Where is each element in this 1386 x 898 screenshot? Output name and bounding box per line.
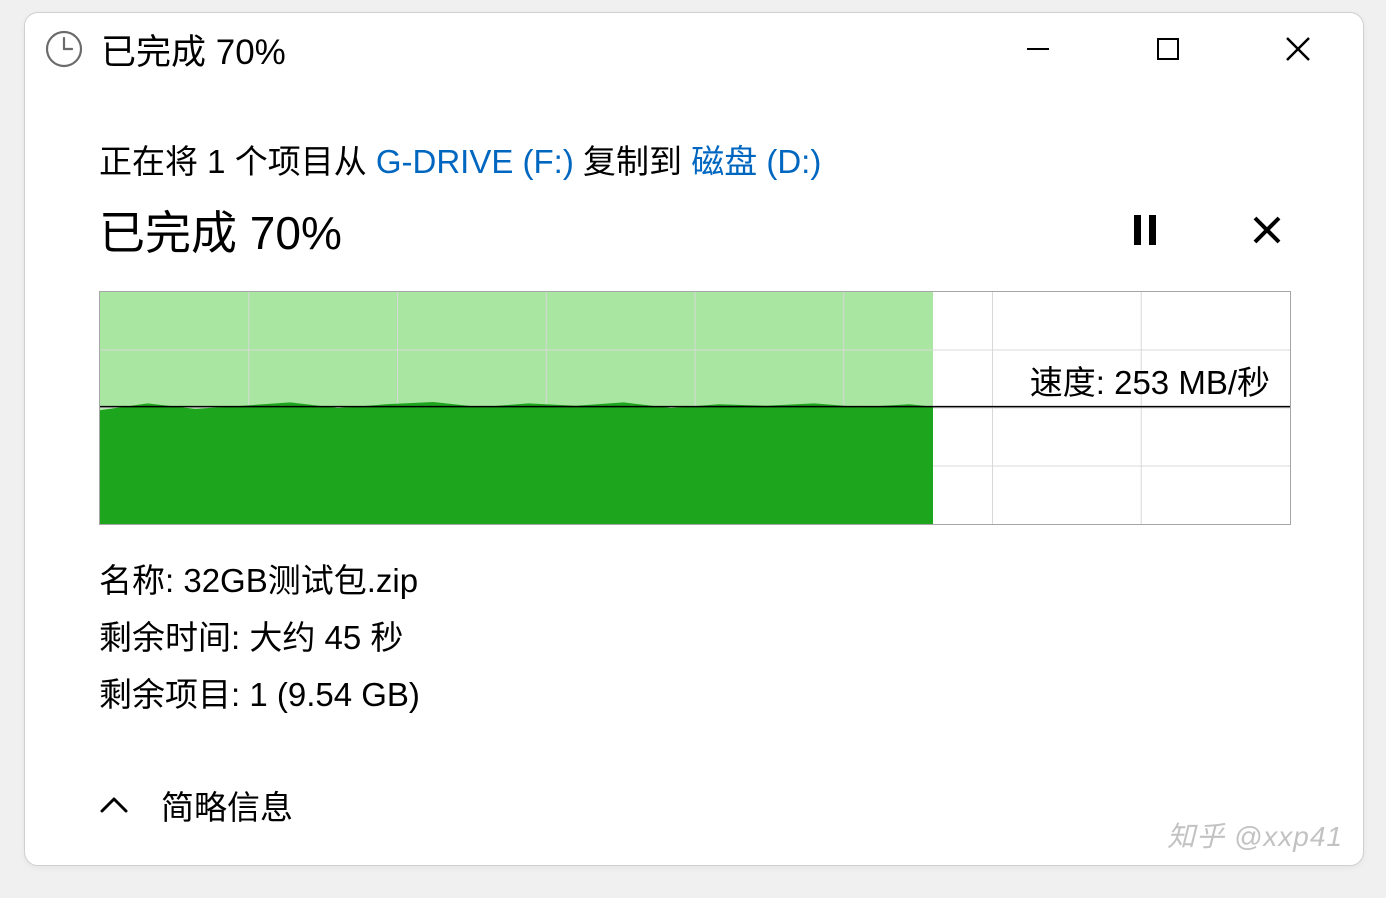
pause-button[interactable] — [1125, 210, 1165, 250]
items-value: 1 (9.54 GB) — [249, 676, 420, 713]
copy-prefix: 正在将 1 个项目从 — [99, 143, 376, 180]
details-toggle[interactable]: 简略信息 — [99, 781, 293, 829]
clock-icon — [43, 28, 85, 70]
copy-description: 正在将 1 个项目从 G-DRIVE (F:) 复制到 磁盘 (D:) — [99, 135, 1297, 183]
speed-chart: 速度: 253 MB/秒 — [99, 291, 1291, 525]
detail-items-remaining: 剩余项目: 1 (9.54 GB) — [99, 669, 1297, 722]
maximize-button[interactable] — [1103, 13, 1233, 85]
detail-name: 名称: 32GB测试包.zip — [99, 555, 1297, 608]
close-window-button[interactable] — [1233, 13, 1363, 85]
progress-headline: 已完成 70% — [99, 197, 342, 263]
detail-time-remaining: 剩余时间: 大约 45 秒 — [99, 612, 1297, 665]
speed-label: 速度: 253 MB/秒 — [1030, 356, 1270, 404]
name-label: 名称: — [99, 562, 183, 599]
source-drive-link[interactable]: G-DRIVE (F:) — [376, 143, 574, 180]
headline-actions — [1125, 210, 1297, 250]
minimize-button[interactable] — [973, 13, 1103, 85]
time-value: 大约 45 秒 — [249, 619, 403, 656]
transfer-details: 名称: 32GB测试包.zip 剩余时间: 大约 45 秒 剩余项目: 1 (9… — [99, 555, 1297, 721]
chevron-up-icon — [99, 790, 129, 820]
toggle-label: 简略信息 — [161, 781, 293, 829]
titlebar: 已完成 70% — [25, 13, 1363, 85]
copy-middle: 复制到 — [574, 143, 691, 180]
content-area: 正在将 1 个项目从 G-DRIVE (F:) 复制到 磁盘 (D:) 已完成 … — [25, 85, 1363, 721]
items-label: 剩余项目: — [99, 676, 249, 713]
headline-row: 已完成 70% — [99, 197, 1297, 263]
window-title: 已完成 70% — [101, 24, 286, 75]
name-value: 32GB测试包.zip — [183, 562, 418, 599]
copy-dialog-window: 已完成 70% 正在将 1 个项目从 G-DRIVE (F:) 复制到 磁盘 (… — [24, 12, 1364, 866]
window-controls — [973, 13, 1363, 85]
cancel-button[interactable] — [1247, 210, 1287, 250]
time-label: 剩余时间: — [99, 619, 249, 656]
dest-drive-link[interactable]: 磁盘 (D:) — [691, 143, 821, 180]
watermark: 知乎 @xxp41 — [1167, 815, 1343, 855]
